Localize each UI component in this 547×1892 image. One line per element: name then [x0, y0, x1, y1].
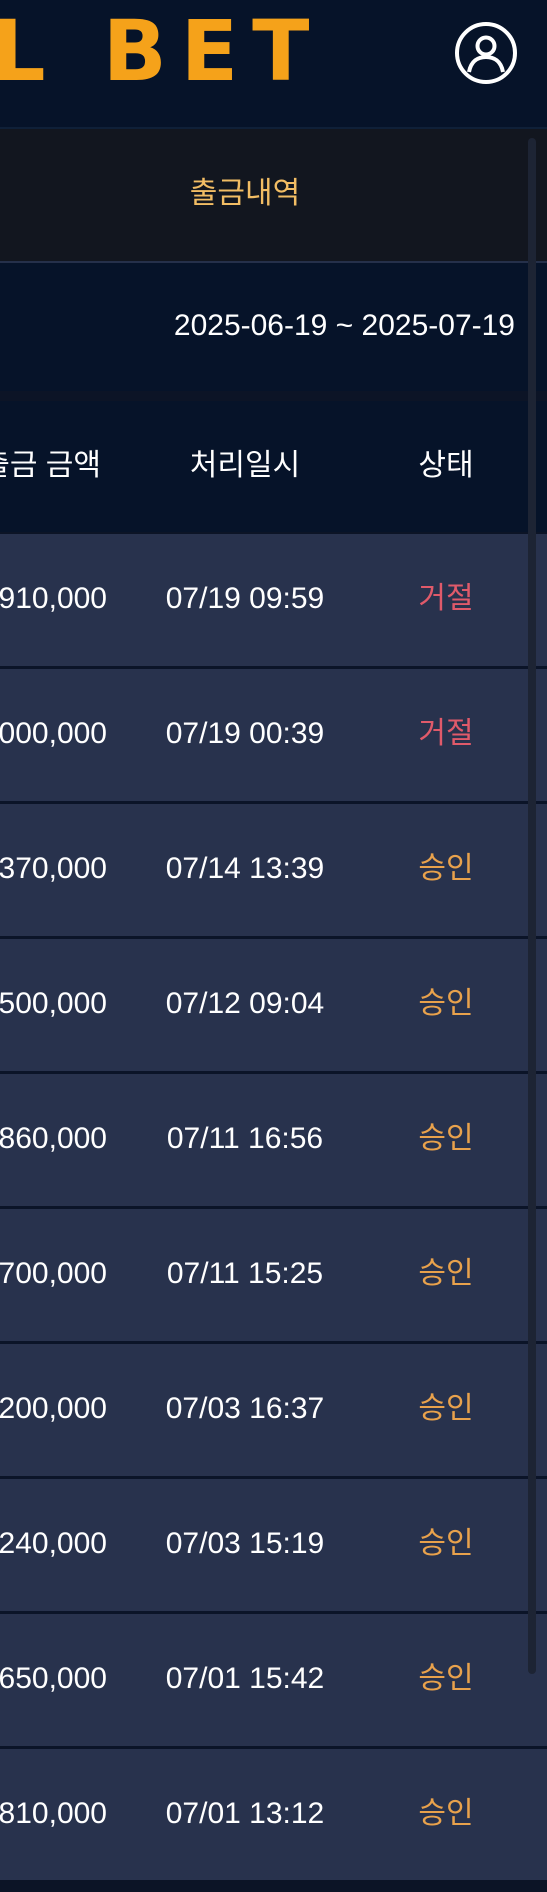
status-badge: 승인: [418, 987, 474, 1020]
withdrawal-history-page: L BET 출금내역 2025-06-19 ~ 2025-07-19 출금 금액…: [0, 0, 547, 1892]
amount-cell: 500,000: [0, 987, 107, 1020]
status-badge: 거절: [418, 582, 474, 615]
processed-at-cell: 07/19 00:39: [165, 717, 325, 750]
status-badge: 승인: [418, 1122, 474, 1155]
column-header-amount: 출금 금액: [0, 449, 101, 482]
status-badge: 승인: [418, 1527, 474, 1560]
date-range-picker[interactable]: 2025-06-19 ~ 2025-07-19: [174, 307, 515, 345]
table-row[interactable]: ,860,000 07/11 16:56 승인: [0, 1074, 547, 1209]
amount-cell: 650,000: [0, 1662, 107, 1695]
status-badge: 승인: [418, 1392, 474, 1425]
table-row[interactable]: 200,000 07/03 16:37 승인: [0, 1344, 547, 1479]
processed-at-cell: 07/14 13:39: [165, 852, 325, 885]
column-header-processed-at: 처리일시: [189, 449, 301, 482]
table-row[interactable]: 500,000 07/12 09:04 승인: [0, 939, 547, 1074]
withdrawal-table-body: ,910,000 07/19 09:59 거절 ,000,000 07/19 0…: [0, 534, 547, 1884]
status-badge: 승인: [418, 852, 474, 885]
table-row[interactable]: ,810,000 07/01 13:12 승인: [0, 1749, 547, 1884]
amount-cell: ,860,000: [0, 1122, 107, 1155]
table-row[interactable]: 650,000 07/01 15:42 승인: [0, 1614, 547, 1749]
amount-cell: 240,000: [0, 1527, 107, 1560]
tab-bar: 출금내역: [0, 129, 547, 263]
tab-withdrawal-history[interactable]: 출금내역: [180, 175, 310, 213]
user-circle-icon: [467, 35, 505, 73]
amount-cell: 370,000: [0, 852, 107, 885]
processed-at-cell: 07/19 09:59: [165, 582, 325, 615]
amount-cell: 700,000: [0, 1257, 107, 1290]
table-row[interactable]: ,000,000 07/19 00:39 거절: [0, 669, 547, 804]
table-row[interactable]: ,910,000 07/19 09:59 거절: [0, 534, 547, 669]
amount-cell: 200,000: [0, 1392, 107, 1425]
processed-at-cell: 07/01 15:42: [165, 1662, 325, 1695]
status-badge: 승인: [418, 1797, 474, 1830]
brand-logo[interactable]: L BET: [0, 6, 323, 96]
bottom-edge: [0, 1880, 547, 1892]
column-header-status: 상태: [418, 449, 474, 482]
amount-cell: ,000,000: [0, 717, 107, 750]
amount-cell: ,910,000: [0, 582, 107, 615]
amount-cell: ,810,000: [0, 1797, 107, 1830]
processed-at-cell: 07/12 09:04: [165, 987, 325, 1020]
vertical-scrollbar[interactable]: [528, 138, 536, 1674]
processed-at-cell: 07/11 15:25: [166, 1257, 324, 1290]
top-header: L BET: [0, 0, 547, 129]
date-filter-row: 2025-06-19 ~ 2025-07-19: [0, 263, 547, 391]
processed-at-cell: 07/03 16:37: [165, 1392, 325, 1425]
table-row[interactable]: 240,000 07/03 15:19 승인: [0, 1479, 547, 1614]
table-row[interactable]: 370,000 07/14 13:39 승인: [0, 804, 547, 939]
table-row[interactable]: 700,000 07/11 15:25 승인: [0, 1209, 547, 1344]
processed-at-cell: 07/01 13:12: [165, 1797, 325, 1830]
table-header: 출금 금액 처리일시 상태: [0, 401, 547, 532]
status-badge: 거절: [418, 717, 474, 750]
status-badge: 승인: [418, 1257, 474, 1290]
status-badge: 승인: [418, 1662, 474, 1695]
user-account-button[interactable]: [455, 22, 517, 84]
processed-at-cell: 07/03 15:19: [165, 1527, 325, 1560]
processed-at-cell: 07/11 16:56: [166, 1122, 324, 1155]
